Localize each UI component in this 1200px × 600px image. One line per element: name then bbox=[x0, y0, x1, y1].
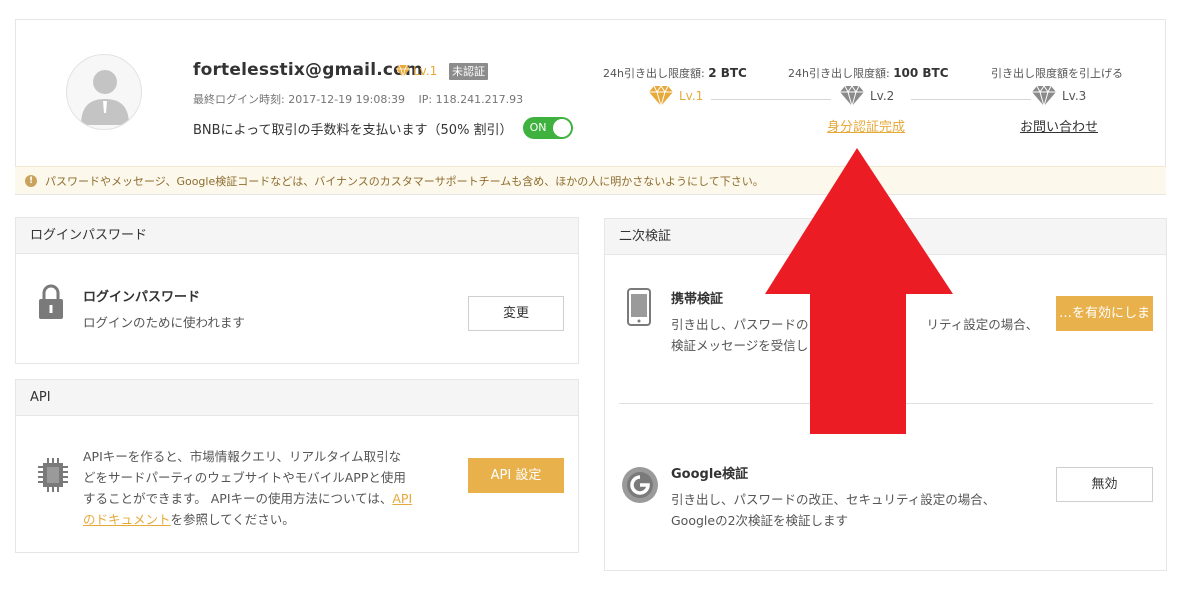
level1-limit-value: 2 BTC bbox=[708, 66, 747, 80]
level-1-indicator: Lv.1 bbox=[649, 86, 703, 106]
last-login-info: 最終ログイン時刻: 2017-12-19 19:08:39 IP: 118.24… bbox=[193, 91, 533, 107]
login-password-panel: ログインパスワード ログインパスワード ログインのために使われます 変更 bbox=[15, 217, 579, 364]
red-arrow-annotation bbox=[765, 148, 953, 434]
google-auth-title: Google検証 bbox=[671, 467, 749, 482]
level2-limit: 24h引き出し限度額: 100 BTC bbox=[788, 65, 949, 81]
level-2-indicator: Lv.2 bbox=[840, 86, 894, 106]
contact-us-link[interactable]: お問い合わせ bbox=[1020, 116, 1098, 135]
diamond-gray-icon bbox=[840, 86, 864, 106]
api-docs-link-part-2[interactable]: のドキュメント bbox=[83, 512, 171, 527]
google-auth-desc-line-2: Googleの2次検証を検証します bbox=[671, 513, 849, 528]
api-header: API bbox=[16, 380, 578, 416]
account-level-badge: Lv.1 bbox=[396, 64, 437, 78]
identity-verification-link[interactable]: 身分認証完成 bbox=[827, 116, 905, 135]
lock-icon bbox=[39, 284, 63, 319]
level-1-label: Lv.1 bbox=[679, 89, 704, 103]
level-3-indicator: Lv.3 bbox=[1032, 86, 1086, 106]
chip-icon bbox=[38, 458, 68, 492]
diamond-icon bbox=[396, 65, 410, 77]
warning-icon: ! bbox=[25, 174, 37, 187]
sms-auth-title: 携帯検証 bbox=[671, 292, 724, 307]
toggle-knob bbox=[552, 119, 571, 137]
level1-limit-prefix: 24h引き出し限度額: bbox=[603, 67, 705, 80]
raise-limit-label: 引き出し限度額を引上げる bbox=[991, 67, 1123, 80]
account-level-label: Lv.1 bbox=[413, 64, 438, 78]
api-desc-line-3: することができます。 APIキーの使用方法については、API bbox=[83, 488, 455, 509]
diamond-gold-icon bbox=[649, 86, 673, 106]
api-docs-link-part-1[interactable]: API bbox=[392, 491, 412, 506]
bnb-fee-toggle[interactable]: ON bbox=[522, 117, 573, 139]
bnb-fee-setting: BNBによって取引の手数料を支払います（50% 割引） ON bbox=[193, 117, 573, 139]
bnb-fee-label: BNBによって取引の手数料を支払います（50% 割引） bbox=[193, 122, 513, 138]
google-auth-desc: 引き出し、パスワードの改正、セキュリティ設定の場合、 Googleの2次検証を検… bbox=[671, 489, 1091, 531]
api-desc: APIキーを作ると、市場情報クエリ、リアルタイム取引な どをサードパーティのウェ… bbox=[83, 446, 455, 530]
login-password-header: ログインパスワード bbox=[16, 218, 578, 254]
google-auth-desc-line-1: 引き出し、パスワードの改正、セキュリティ設定の場合、 bbox=[671, 492, 996, 507]
unverified-badge: 未認証 bbox=[449, 63, 488, 80]
level-progress-line-1 bbox=[711, 99, 831, 100]
api-desc-line-4: のドキュメントを参照してください。 bbox=[83, 509, 455, 530]
account-email: fortelesstix@gmail.com bbox=[193, 60, 423, 80]
api-desc-line-4-text: を参照してください。 bbox=[170, 512, 295, 527]
security-notice: ! パスワードやメッセージ、Google検証コードなどは、バイナンスのカスタマー… bbox=[15, 166, 1166, 194]
level2-limit-prefix: 24h引き出し限度額: bbox=[788, 67, 890, 80]
disable-google-auth-button[interactable]: 無効 bbox=[1056, 467, 1153, 502]
api-desc-line-3-text: することができます。 APIキーの使用方法については、 bbox=[83, 491, 393, 506]
login-password-desc: ログインのために使われます bbox=[83, 315, 245, 330]
level-progress-line-2 bbox=[911, 99, 1031, 100]
level2-limit-value: 100 BTC bbox=[893, 66, 949, 80]
level-3-label: Lv.3 bbox=[1062, 89, 1087, 103]
api-panel: API APIキーを作ると、市場情報クエリ、リアルタイム取引な どをサードパーテ… bbox=[15, 379, 579, 553]
level1-limit: 24h引き出し限度額: 2 BTC bbox=[603, 65, 747, 81]
api-desc-line-1: APIキーを作ると、市場情報クエリ、リアルタイム取引な bbox=[83, 449, 402, 464]
level-2-label: Lv.2 bbox=[870, 89, 895, 103]
last-login-time: 最終ログイン時刻: 2017-12-19 19:08:39 bbox=[193, 93, 406, 106]
mobile-phone-icon bbox=[627, 288, 651, 326]
last-login-ip: IP: 118.241.217.93 bbox=[418, 93, 524, 106]
security-notice-text: パスワードやメッセージ、Google検証コードなどは、バイナンスのカスタマーサポ… bbox=[45, 174, 764, 188]
toggle-state-label: ON bbox=[529, 121, 547, 134]
diamond-gray-icon bbox=[1032, 86, 1056, 106]
api-settings-button[interactable]: API 設定 bbox=[468, 458, 564, 493]
google-authenticator-icon bbox=[622, 467, 658, 503]
api-desc-line-2: どをサードパーティのウェブサイトやモバイルAPPと使用 bbox=[83, 470, 406, 485]
change-password-button[interactable]: 変更 bbox=[468, 296, 564, 331]
avatar bbox=[66, 54, 142, 130]
enable-sms-auth-button[interactable]: …を有効にしま bbox=[1056, 296, 1153, 331]
login-password-title: ログインパスワード bbox=[83, 290, 201, 305]
